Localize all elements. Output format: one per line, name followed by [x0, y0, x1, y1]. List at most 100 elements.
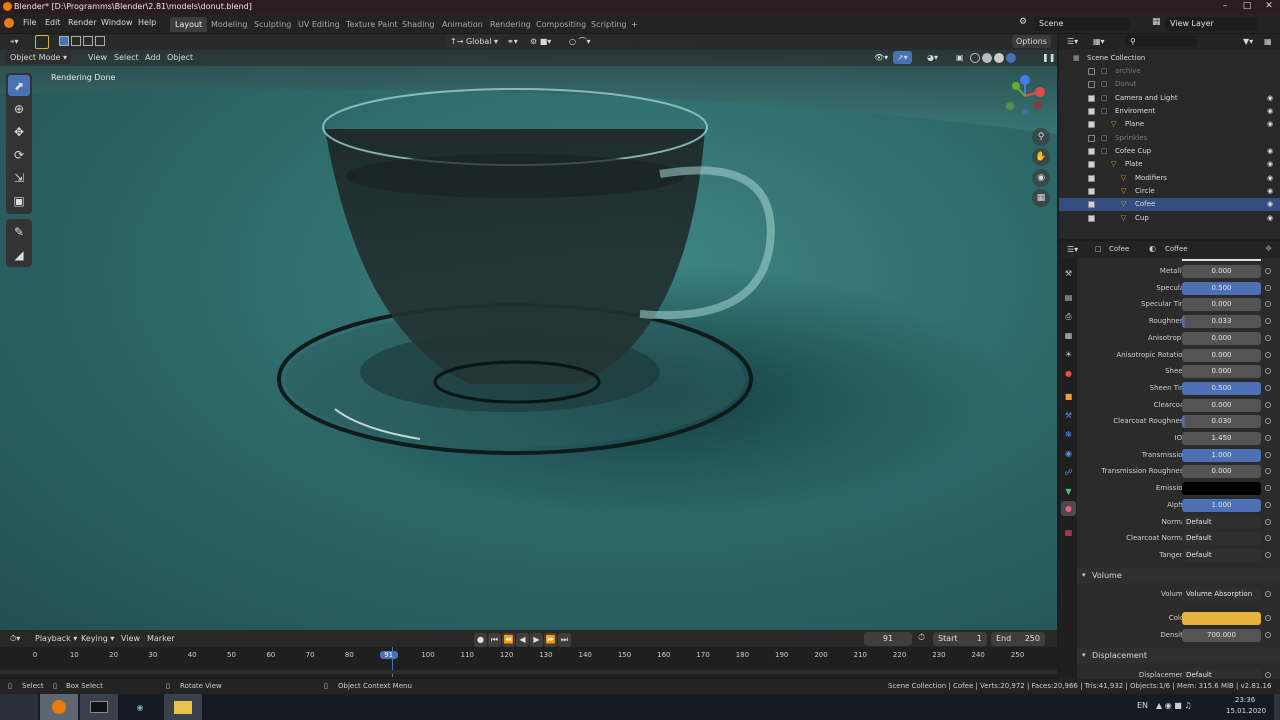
socket-icon[interactable] — [1265, 468, 1271, 475]
options-button[interactable]: Options — [1012, 35, 1051, 48]
tab-scripting[interactable]: Scripting — [586, 17, 632, 32]
socket-icon[interactable] — [1265, 518, 1271, 525]
tab-animation[interactable]: Animation — [437, 17, 488, 32]
xray-icon[interactable]: ▣ — [952, 51, 968, 64]
socket-icon[interactable] — [1265, 268, 1271, 274]
3d-viewport[interactable] — [0, 34, 1057, 630]
outliner-row[interactable]: ▽ Cup ◉ — [1059, 212, 1280, 225]
timeline-menu-view[interactable]: View — [117, 632, 144, 645]
pause-icon[interactable]: ❚❚ — [1038, 51, 1059, 64]
exclude-checkbox[interactable] — [1088, 95, 1095, 102]
timeline-editor-icon[interactable]: ⏱▾ — [6, 632, 24, 645]
exclude-checkbox[interactable] — [1088, 215, 1095, 222]
eye-icon[interactable]: ◉ — [1267, 92, 1273, 105]
next-key-icon[interactable]: ⏩ — [544, 633, 557, 647]
overlay-icon[interactable]: ◕▾ — [923, 51, 942, 64]
outliner-row[interactable]: ▢ Camera and Light ◉ — [1059, 92, 1280, 105]
current-frame-field[interactable]: 91 — [864, 632, 912, 646]
property-value[interactable] — [1182, 482, 1261, 496]
outliner-row[interactable]: ▢ Sprinkles — [1059, 132, 1280, 145]
socket-icon[interactable] — [1265, 318, 1271, 325]
annotate-icon[interactable]: ✎ — [8, 221, 30, 242]
data-tab-icon[interactable]: ▼ — [1061, 484, 1076, 499]
property-value[interactable]: 0.000 — [1182, 331, 1261, 345]
property-value[interactable]: Default — [1182, 548, 1261, 562]
outliner-row[interactable]: ▽ Plate ◉ — [1059, 158, 1280, 171]
pivot-icon[interactable]: ⚭▾ — [503, 35, 522, 48]
move-icon[interactable]: ✥ — [8, 121, 30, 142]
viewport-menu-select[interactable]: Select — [110, 51, 143, 64]
play-icon[interactable]: ▶ — [530, 633, 543, 647]
select-box-icon[interactable]: ⬈ — [8, 75, 30, 96]
view-layer-field[interactable]: View Layer — [1165, 17, 1257, 31]
property-value[interactable]: Default — [1182, 532, 1261, 546]
tab-layout[interactable]: Layout — [170, 17, 208, 32]
outliner-row[interactable]: ▢ Cofee Cup ◉ — [1059, 145, 1280, 158]
eye-icon[interactable]: ◉ — [1267, 118, 1273, 131]
minimize-icon[interactable]: – — [1214, 0, 1236, 14]
menu-window[interactable]: Window — [101, 18, 133, 27]
timeline-scrollbar[interactable] — [0, 670, 1057, 674]
exclude-checkbox[interactable] — [1088, 175, 1095, 182]
property-value[interactable]: 0.000 — [1182, 348, 1261, 362]
measure-icon[interactable]: ◢ — [8, 244, 30, 265]
prev-key-icon[interactable]: ⏪ — [502, 633, 515, 647]
start-icon[interactable] — [0, 694, 38, 720]
socket-icon[interactable] — [1265, 615, 1271, 621]
displacement-panel-header[interactable]: ▾ Displacement — [1077, 648, 1280, 663]
menu-file[interactable]: File — [23, 18, 36, 27]
exclude-checkbox[interactable] — [1088, 108, 1095, 115]
close-icon[interactable]: ✕ — [1258, 0, 1280, 14]
timeline-menu-keying[interactable]: Keying ▾ — [77, 632, 118, 645]
exclude-checkbox[interactable] — [1088, 161, 1095, 168]
navigation-gizmo[interactable] — [1000, 74, 1050, 118]
view-layer-tab-icon[interactable]: ▦ — [1061, 328, 1076, 343]
constraints-tab-icon[interactable]: ☍ — [1061, 465, 1076, 480]
property-value[interactable]: Default — [1182, 515, 1261, 529]
socket-icon[interactable] — [1265, 384, 1271, 391]
pin-icon[interactable]: ❖ — [1265, 244, 1272, 253]
jump-end-icon[interactable]: ⏭ — [558, 633, 571, 647]
zoom-icon[interactable]: ⚲ — [1032, 128, 1050, 146]
exclude-checkbox[interactable] — [1088, 68, 1095, 75]
start-frame-field[interactable]: Start 1 — [933, 632, 987, 646]
viewport-menu-object[interactable]: Object — [163, 51, 197, 64]
exclude-checkbox[interactable] — [1088, 188, 1095, 195]
menu-edit[interactable]: Edit — [45, 18, 61, 27]
exclude-checkbox[interactable] — [1088, 135, 1095, 142]
socket-icon[interactable] — [1265, 451, 1271, 458]
eye-icon[interactable]: ◉ — [1267, 105, 1273, 118]
exclude-checkbox[interactable] — [1088, 148, 1095, 155]
socket-icon[interactable] — [1265, 501, 1271, 508]
render-tab-icon[interactable]: ▤ — [1061, 290, 1076, 305]
modifier-tab-icon[interactable]: ⚒ — [1061, 408, 1076, 423]
maximize-icon[interactable]: □ — [1236, 0, 1258, 14]
properties-editor-icon[interactable]: ☰▾ — [1063, 243, 1082, 256]
viewport-menu-view[interactable]: View — [84, 51, 111, 64]
pan-icon[interactable]: ✋ — [1032, 148, 1050, 166]
tab-modeling[interactable]: Modeling — [206, 17, 252, 32]
world-tab-icon[interactable]: ● — [1061, 366, 1076, 381]
console-task-icon[interactable] — [80, 694, 118, 720]
shading-mode-icons[interactable] — [970, 53, 1016, 63]
socket-icon[interactable] — [1265, 672, 1271, 678]
property-value[interactable]: 0.500 — [1182, 381, 1261, 395]
property-value[interactable]: 700.000 — [1182, 629, 1261, 642]
media-task-icon[interactable]: ◉ — [121, 694, 159, 720]
socket-icon[interactable] — [1265, 418, 1271, 425]
timeline-menu-marker[interactable]: Marker — [143, 632, 179, 645]
material-tab-icon[interactable]: ● — [1061, 501, 1076, 516]
particles-tab-icon[interactable]: ✻ — [1061, 427, 1076, 442]
display-mode-icon[interactable]: ▦▾ — [1089, 35, 1109, 48]
property-value[interactable]: 0.000 — [1182, 265, 1261, 278]
perspective-icon[interactable]: ▦ — [1032, 189, 1050, 207]
gizmo-icon[interactable]: ➚▾ — [893, 51, 912, 64]
property-value[interactable]: 0.030 — [1182, 415, 1261, 429]
tool-tab-icon[interactable]: ⚒ — [1061, 266, 1076, 281]
socket-icon[interactable] — [1265, 485, 1271, 492]
socket-icon[interactable] — [1265, 334, 1271, 341]
tab-texture-paint[interactable]: Texture Paint — [341, 17, 403, 32]
socket-icon[interactable] — [1265, 368, 1271, 375]
tab-shading[interactable]: Shading — [397, 17, 440, 32]
new-collection-icon[interactable]: ▦ — [1260, 35, 1276, 48]
